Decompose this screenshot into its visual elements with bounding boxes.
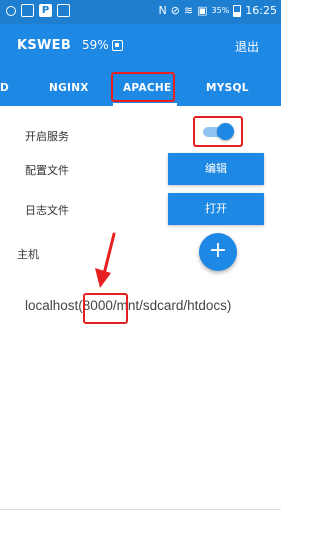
battery-saver-icon: ▣ <box>197 4 208 17</box>
p-app-icon: P <box>39 4 52 17</box>
open-log-button[interactable]: 打开 <box>168 193 264 225</box>
tab-mysql[interactable]: MYSQL <box>206 82 249 94</box>
annotation-box-port <box>83 293 128 324</box>
exit-button[interactable]: 退出 <box>235 38 259 55</box>
edit-config-button[interactable]: 编辑 <box>168 153 264 185</box>
tab-nginx[interactable]: NGINX <box>49 82 89 94</box>
wifi-icon: ≋ <box>183 4 194 17</box>
service-label: 开启服务 <box>25 130 69 143</box>
plus-icon: + <box>208 238 228 263</box>
annotation-arrow <box>95 232 116 288</box>
annotation-box-apache-tab <box>111 72 175 102</box>
status-bar-left: P <box>6 4 70 17</box>
bottom-divider <box>0 509 281 510</box>
search-icon <box>6 6 16 16</box>
cpu-usage: 59% <box>82 38 123 52</box>
host-entry[interactable]: localhost(8000/mnt/sdcard/htdocs) <box>25 298 231 313</box>
battery-icon <box>233 4 242 17</box>
annotation-box-toggle <box>193 116 243 147</box>
app-bar: KSWEB 59% 退出 <box>0 24 281 70</box>
cpu-chip-icon <box>111 39 123 51</box>
status-bar-right: N ⊘ ≋ ▣ 35% 16:25 <box>158 4 277 17</box>
notification-icon <box>21 4 34 17</box>
add-host-button[interactable]: + <box>199 233 237 271</box>
clock: 16:25 <box>245 4 277 17</box>
app-title: KSWEB <box>17 38 72 53</box>
host-path: /mnt/sdcard/htdocs <box>112 298 227 313</box>
image-icon <box>57 4 70 17</box>
battery-percent: 35% <box>211 6 230 15</box>
status-bar: P N ⊘ ≋ ▣ 35% 16:25 <box>0 0 281 24</box>
host-name: localhost <box>25 298 79 313</box>
nfc-icon: N <box>158 4 167 17</box>
tab-previous[interactable]: D <box>0 82 9 94</box>
config-label: 配置文件 <box>25 164 69 177</box>
log-label: 日志文件 <box>25 204 69 217</box>
mute-icon: ⊘ <box>170 4 180 17</box>
host-label: 主机 <box>17 248 39 261</box>
cpu-usage-value: 59% <box>82 38 109 52</box>
tab-indicator <box>113 103 177 106</box>
host-close-paren: ) <box>226 298 232 313</box>
